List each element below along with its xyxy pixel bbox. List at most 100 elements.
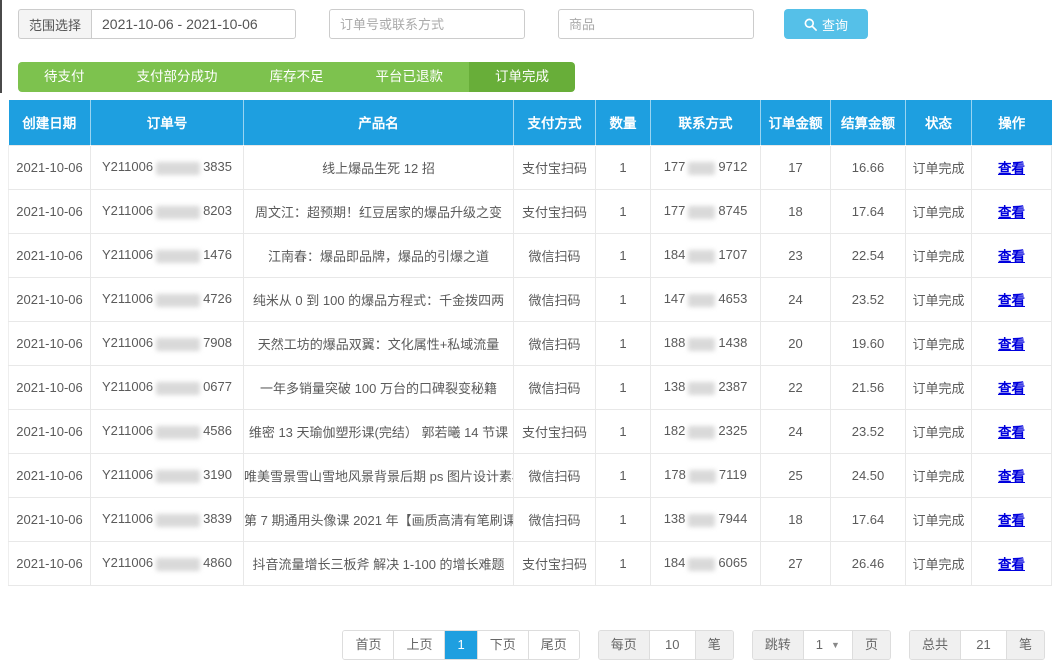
cell-contact: 1822325 bbox=[651, 409, 761, 453]
tab-3[interactable]: 库存不足 bbox=[244, 62, 350, 92]
view-link[interactable]: 查看 bbox=[998, 381, 1025, 396]
cell-order-number: Y2110063839 bbox=[91, 497, 244, 541]
cell-status: 订单完成 bbox=[906, 453, 972, 497]
cell-order-amount: 17 bbox=[761, 145, 831, 189]
cell-settle-amount: 19.60 bbox=[831, 321, 906, 365]
column-header: 联系方式 bbox=[651, 100, 761, 145]
view-link[interactable]: 查看 bbox=[998, 249, 1025, 264]
cell-create-date: 2021-10-06 bbox=[9, 277, 91, 321]
cell-status: 订单完成 bbox=[906, 541, 972, 585]
orders-table: 创建日期订单号产品名支付方式数量联系方式订单金额结算金额状态操作 2021-10… bbox=[8, 100, 1052, 586]
cell-order-amount: 22 bbox=[761, 365, 831, 409]
view-link[interactable]: 查看 bbox=[998, 425, 1025, 440]
jump-group: 跳转 1 ▼ 页 bbox=[752, 630, 891, 660]
view-link[interactable]: 查看 bbox=[998, 557, 1025, 572]
pager-prev[interactable]: 上页 bbox=[393, 631, 444, 659]
search-button[interactable]: 查询 bbox=[784, 9, 868, 39]
cell-create-date: 2021-10-06 bbox=[9, 541, 91, 585]
cell-quantity: 1 bbox=[596, 189, 651, 233]
cell-create-date: 2021-10-06 bbox=[9, 453, 91, 497]
cell-status: 订单完成 bbox=[906, 365, 972, 409]
redacted-digits bbox=[156, 162, 200, 175]
table-row: 2021-10-06Y2110060677一年多销量突破 100 万台的口碑裂变… bbox=[9, 365, 1052, 409]
view-link[interactable]: 查看 bbox=[998, 513, 1025, 528]
cell-payment-method: 微信扫码 bbox=[514, 233, 596, 277]
redacted-digits bbox=[688, 338, 715, 351]
cell-contact: 1846065 bbox=[651, 541, 761, 585]
pagination: 首页 上页 1 下页 尾页 每页 10 笔 跳转 1 ▼ 页 总共 21 笔 bbox=[0, 630, 1045, 660]
pager-first[interactable]: 首页 bbox=[343, 631, 393, 659]
cell-contact: 1881438 bbox=[651, 321, 761, 365]
date-range-input[interactable]: 2021-10-06 - 2021-10-06 bbox=[91, 9, 296, 39]
cell-contact: 1779712 bbox=[651, 145, 761, 189]
cell-order-amount: 18 bbox=[761, 497, 831, 541]
per-page-input[interactable]: 10 bbox=[649, 631, 695, 659]
cell-order-amount: 27 bbox=[761, 541, 831, 585]
total-count: 21 bbox=[960, 631, 1006, 659]
cell-action: 查看 bbox=[972, 365, 1052, 409]
view-link[interactable]: 查看 bbox=[998, 469, 1025, 484]
redacted-digits bbox=[156, 338, 200, 351]
redacted-digits bbox=[156, 426, 200, 439]
filter-bar: 范围选择 2021-10-06 - 2021-10-06 查询 bbox=[0, 0, 1059, 40]
cell-action: 查看 bbox=[972, 409, 1052, 453]
redacted-digits bbox=[156, 514, 200, 527]
tab-5[interactable]: 订单完成 bbox=[469, 62, 575, 92]
tab-4[interactable]: 平台已退款 bbox=[350, 62, 470, 92]
chevron-down-icon: ▼ bbox=[831, 631, 840, 659]
order-or-contact-input[interactable] bbox=[329, 9, 525, 39]
cell-payment-method: 支付宝扫码 bbox=[514, 189, 596, 233]
jump-unit: 页 bbox=[852, 631, 890, 659]
cell-action: 查看 bbox=[972, 321, 1052, 365]
cell-action: 查看 bbox=[972, 189, 1052, 233]
redacted-digits bbox=[688, 162, 715, 175]
cell-status: 订单完成 bbox=[906, 233, 972, 277]
redacted-digits bbox=[156, 250, 200, 263]
cell-product-name: 第 7 期通用头像课 2021 年【画质高清有笔刷课件】 bbox=[244, 497, 514, 541]
cell-quantity: 1 bbox=[596, 321, 651, 365]
column-header: 订单号 bbox=[91, 100, 244, 145]
cell-quantity: 1 bbox=[596, 145, 651, 189]
cell-action: 查看 bbox=[972, 145, 1052, 189]
cell-product-name: 江南春：爆品即品牌，爆品的引爆之道 bbox=[244, 233, 514, 277]
view-link[interactable]: 查看 bbox=[998, 293, 1025, 308]
redacted-digits bbox=[156, 294, 200, 307]
redacted-digits bbox=[688, 426, 715, 439]
column-header: 状态 bbox=[906, 100, 972, 145]
per-page-group: 每页 10 笔 bbox=[598, 630, 734, 660]
jump-page-select[interactable]: 1 ▼ bbox=[803, 631, 852, 659]
product-input[interactable] bbox=[558, 9, 754, 39]
column-header: 数量 bbox=[596, 100, 651, 145]
cell-action: 查看 bbox=[972, 233, 1052, 277]
view-link[interactable]: 查看 bbox=[998, 161, 1025, 176]
total-unit: 笔 bbox=[1006, 631, 1044, 659]
jump-page-value: 1 bbox=[816, 631, 823, 659]
table-row: 2021-10-06Y2110063839第 7 期通用头像课 2021 年【画… bbox=[9, 497, 1052, 541]
tab-1[interactable]: 待支付 bbox=[18, 62, 111, 92]
cell-settle-amount: 22.54 bbox=[831, 233, 906, 277]
cell-product-name: 抖音流量增长三板斧 解决 1-100 的增长难题 bbox=[244, 541, 514, 585]
total-label: 总共 bbox=[910, 631, 960, 659]
jump-label: 跳转 bbox=[753, 631, 803, 659]
date-range-group: 范围选择 2021-10-06 - 2021-10-06 bbox=[18, 9, 296, 39]
cell-settle-amount: 17.64 bbox=[831, 497, 906, 541]
per-page-label: 每页 bbox=[599, 631, 649, 659]
tab-2[interactable]: 支付部分成功 bbox=[111, 62, 244, 92]
pager-current-page[interactable]: 1 bbox=[444, 631, 476, 659]
cell-quantity: 1 bbox=[596, 233, 651, 277]
cell-product-name: 天然工坊的爆品双翼：文化属性+私域流量 bbox=[244, 321, 514, 365]
view-link[interactable]: 查看 bbox=[998, 205, 1025, 220]
orders-table-wrap: 创建日期订单号产品名支付方式数量联系方式订单金额结算金额状态操作 2021-10… bbox=[8, 100, 1051, 586]
cell-order-amount: 23 bbox=[761, 233, 831, 277]
view-link[interactable]: 查看 bbox=[998, 337, 1025, 352]
pager-last[interactable]: 尾页 bbox=[528, 631, 579, 659]
table-row: 2021-10-06Y2110064726纯米从 0 到 100 的爆品方程式：… bbox=[9, 277, 1052, 321]
cell-order-number: Y2110064726 bbox=[91, 277, 244, 321]
cell-order-number: Y2110064860 bbox=[91, 541, 244, 585]
cell-order-number: Y2110063835 bbox=[91, 145, 244, 189]
pager-group: 首页 上页 1 下页 尾页 bbox=[342, 630, 579, 660]
cell-status: 订单完成 bbox=[906, 189, 972, 233]
cell-payment-method: 微信扫码 bbox=[514, 497, 596, 541]
pager-next[interactable]: 下页 bbox=[477, 631, 528, 659]
cell-contact: 1382387 bbox=[651, 365, 761, 409]
